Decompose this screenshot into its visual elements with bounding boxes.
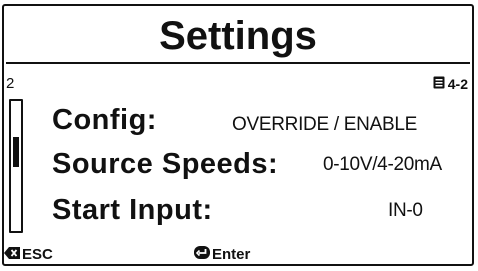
scrollbar[interactable]	[9, 99, 23, 233]
setting-value: OVERRIDE / ENABLE	[232, 114, 417, 135]
enter-arrow-icon	[194, 245, 210, 263]
setting-label: Source Speeds:	[52, 148, 279, 180]
page-list-icon	[433, 76, 445, 92]
scrollbar-thumb[interactable]	[13, 137, 19, 167]
setting-value: IN-0	[388, 200, 423, 221]
setting-label: Config:	[52, 104, 157, 136]
setting-label: Start Input:	[52, 194, 213, 226]
backspace-x-icon	[4, 246, 20, 263]
page-title: Settings	[159, 14, 317, 58]
page-indicator-text: 4-2	[447, 76, 468, 92]
esc-label: ESC	[22, 245, 53, 263]
esc-button[interactable]: ESC	[4, 246, 53, 263]
enter-button[interactable]: Enter	[194, 245, 251, 263]
title-divider	[6, 62, 470, 64]
scroll-position-label: 2	[6, 75, 15, 92]
page-indicator: 4-2	[433, 76, 468, 92]
setting-value: 0-10V/4-20mA	[323, 154, 442, 175]
enter-label: Enter	[212, 245, 251, 263]
